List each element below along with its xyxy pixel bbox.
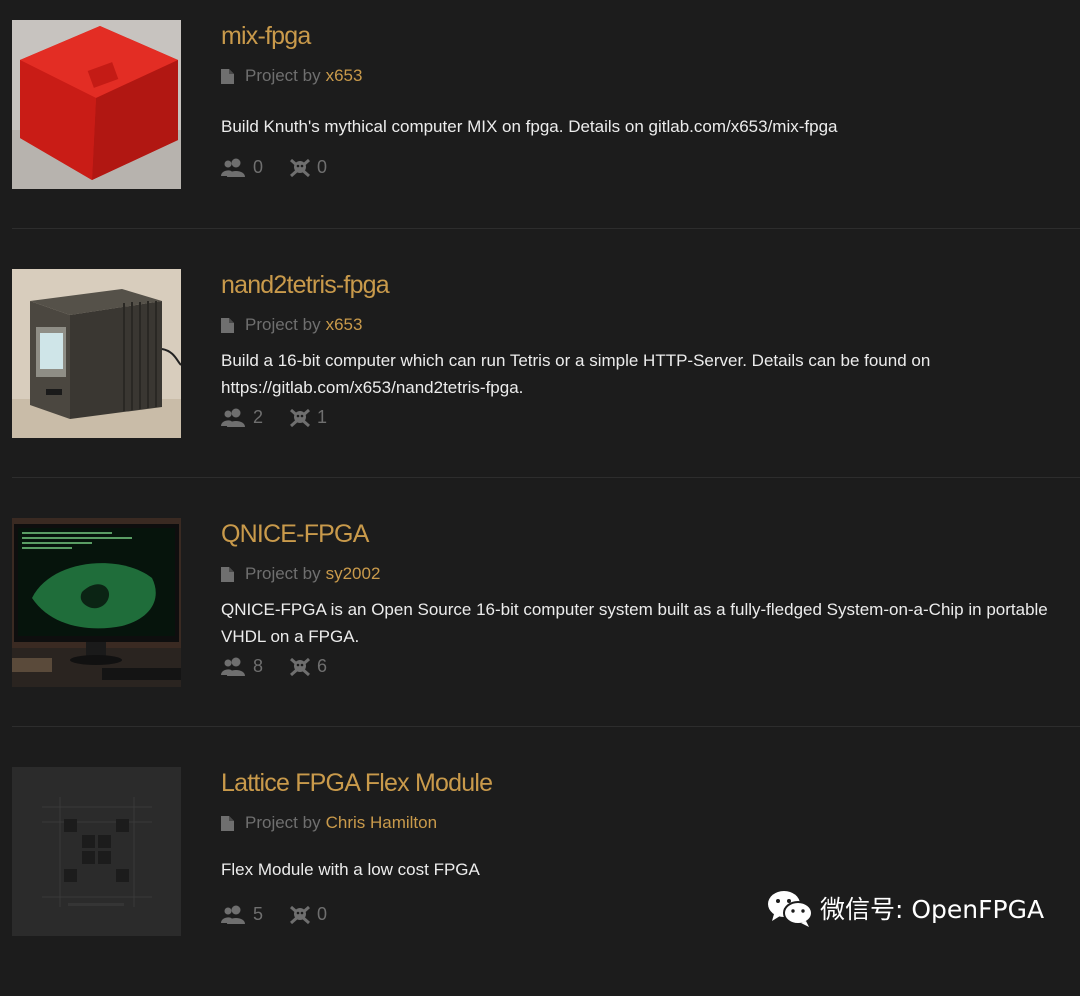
project-card: QNICE-FPGA Project by sy2002 QNICE-FPGA …: [0, 498, 1080, 747]
divider: [12, 228, 1080, 229]
project-description: Build a 16-bit computer which can run Te…: [221, 351, 931, 397]
author-link[interactable]: x653: [326, 66, 363, 86]
followers-count: 0: [253, 157, 264, 177]
byline-prefix: Project by: [245, 66, 321, 85]
project-thumbnail[interactable]: [12, 767, 181, 936]
skull-icon: [290, 158, 311, 177]
project-title[interactable]: Lattice FPGA Flex Module: [221, 769, 493, 798]
followers-icon: [221, 657, 245, 676]
project-description: Flex Module with a low cost FPGA: [221, 860, 480, 879]
project-title[interactable]: mix-fpga: [221, 22, 311, 51]
project-byline: Project by sy2002: [221, 564, 380, 584]
followers-count: 2: [253, 407, 264, 427]
project-card: nand2tetris-fpga Project by x653 Build a…: [0, 249, 1080, 498]
project-title[interactable]: QNICE-FPGA: [221, 520, 369, 549]
project-stats: 8 6: [221, 656, 353, 677]
document-icon: [221, 815, 234, 831]
skulls-stat: 6: [289, 656, 327, 677]
skull-icon: [290, 905, 311, 924]
default-placeholder-logo: [12, 767, 181, 936]
watermark-text: 微信号: OpenFPGA: [820, 895, 1045, 924]
followers-stat: 5: [221, 904, 263, 925]
project-list: mix-fpga Project by x653 Build Knuth's m…: [0, 0, 1080, 996]
wechat-watermark: 微信号: OpenFPGA: [766, 888, 1044, 928]
followers-icon: [221, 408, 245, 427]
project-byline: Project by Chris Hamilton: [221, 813, 437, 833]
followers-icon: [221, 905, 245, 924]
project-thumbnail[interactable]: [12, 518, 181, 687]
followers-count: 5: [253, 904, 264, 924]
wechat-icon: [768, 891, 813, 927]
byline-prefix: Project by: [245, 813, 321, 832]
author-link[interactable]: Chris Hamilton: [326, 813, 437, 833]
followers-count: 8: [253, 656, 264, 676]
followers-stat: 2: [221, 407, 263, 428]
skulls-count: 0: [317, 157, 328, 177]
project-byline: Project by x653: [221, 315, 362, 335]
skulls-count: 1: [317, 407, 328, 427]
project-description: Build Knuth's mythical computer MIX on f…: [221, 117, 838, 136]
divider: [12, 477, 1080, 478]
skulls-count: 0: [317, 904, 328, 924]
project-stats: 2 1: [221, 407, 353, 428]
red-box-photo: [12, 20, 181, 189]
followers-stat: 8: [221, 656, 263, 677]
skulls-count: 6: [317, 656, 328, 676]
document-icon: [221, 68, 234, 84]
divider: [12, 726, 1080, 727]
author-link[interactable]: x653: [326, 315, 363, 335]
project-stats: 0 0: [221, 157, 353, 178]
skulls-stat: 1: [289, 407, 327, 428]
followers-icon: [221, 158, 245, 177]
project-thumbnail[interactable]: [12, 269, 181, 438]
skull-icon: [290, 657, 311, 676]
project-card: mix-fpga Project by x653 Build Knuth's m…: [0, 0, 1080, 249]
document-icon: [221, 566, 234, 582]
skull-icon: [290, 408, 311, 427]
cube-computer-photo: [12, 269, 181, 438]
skulls-stat: 0: [289, 904, 327, 925]
project-title[interactable]: nand2tetris-fpga: [221, 271, 390, 300]
monitor-mandelbrot-photo: [12, 518, 181, 687]
skulls-stat: 0: [289, 157, 327, 178]
author-link[interactable]: sy2002: [326, 564, 381, 584]
byline-prefix: Project by: [245, 315, 321, 334]
project-byline: Project by x653: [221, 66, 362, 86]
byline-prefix: Project by: [245, 564, 321, 583]
project-stats: 5 0: [221, 904, 353, 925]
project-thumbnail[interactable]: [12, 20, 181, 189]
followers-stat: 0: [221, 157, 263, 178]
document-icon: [221, 317, 234, 333]
project-description: QNICE-FPGA is an Open Source 16-bit comp…: [221, 600, 1048, 646]
